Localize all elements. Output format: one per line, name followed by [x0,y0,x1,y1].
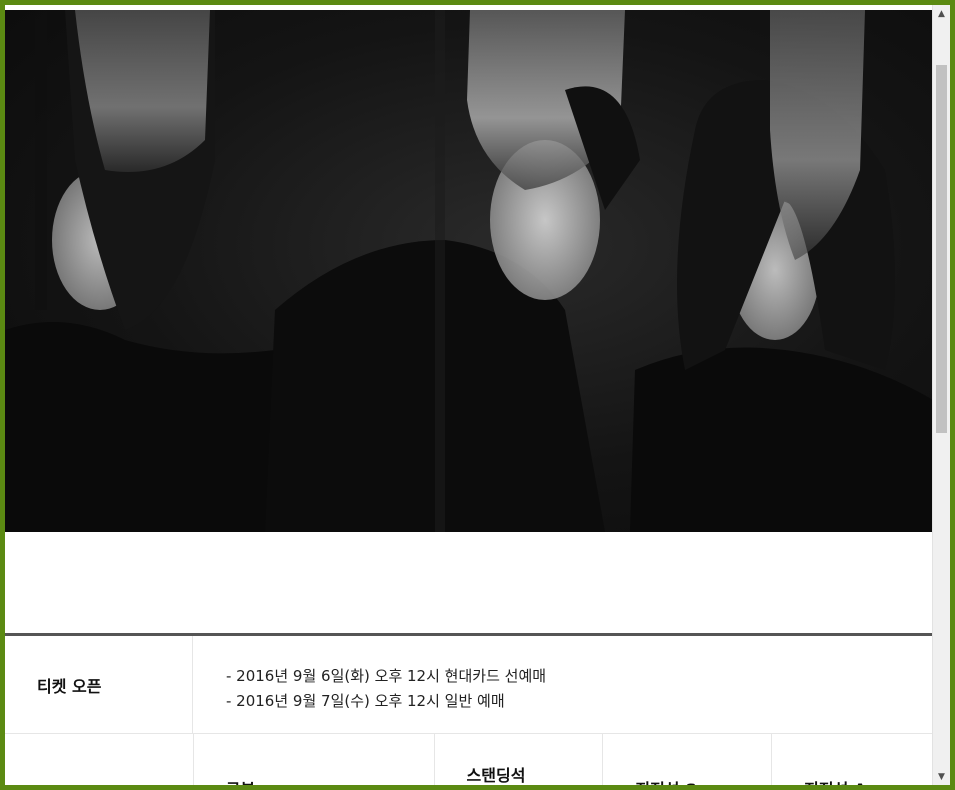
concert-info-table: 티켓 오픈 - 2016년 9월 6일(화) 오후 12시 현대카드 선예매 -… [5,633,933,785]
presale-date-line: - 2016년 9월 6일(화) 오후 12시 현대카드 선예매 [226,667,547,685]
scroll-down-icon[interactable]: ▼ [933,768,950,785]
ticket-open-details: - 2016년 9월 6일(화) 오후 12시 현대카드 선예매 - 2016년… [193,636,933,733]
general-sale-date-line: - 2016년 9월 7일(수) 오후 12시 일반 예매 [226,692,505,710]
ticket-open-row: 티켓 오픈 - 2016년 9월 6일(화) 오후 12시 현대카드 선예매 -… [5,636,933,734]
page-viewport: 티켓 오픈 - 2016년 9월 6일(화) 오후 12시 현대카드 선예매 -… [5,5,933,785]
price-col-category: 구분 [194,734,435,785]
ticket-open-label: 티켓 오픈 [5,636,193,733]
price-col-reserved-s: 지정석 S [603,734,773,785]
price-header-row: 구분 스탠딩석 지정석 S 지정석 A [5,734,933,785]
price-col-standing: 스탠딩석 [435,734,604,785]
price-header-empty [5,734,194,785]
price-col-reserved-a: 지정석 A [772,734,933,785]
vertical-scrollbar[interactable]: ▲ ▼ [932,5,950,785]
scroll-up-icon[interactable]: ▲ [933,5,950,22]
band-photo [5,10,933,532]
hero-image [5,10,933,532]
scroll-thumb[interactable] [936,65,947,433]
browser-frame: 티켓 오픈 - 2016년 9월 6일(화) 오후 12시 현대카드 선예매 -… [5,5,950,785]
